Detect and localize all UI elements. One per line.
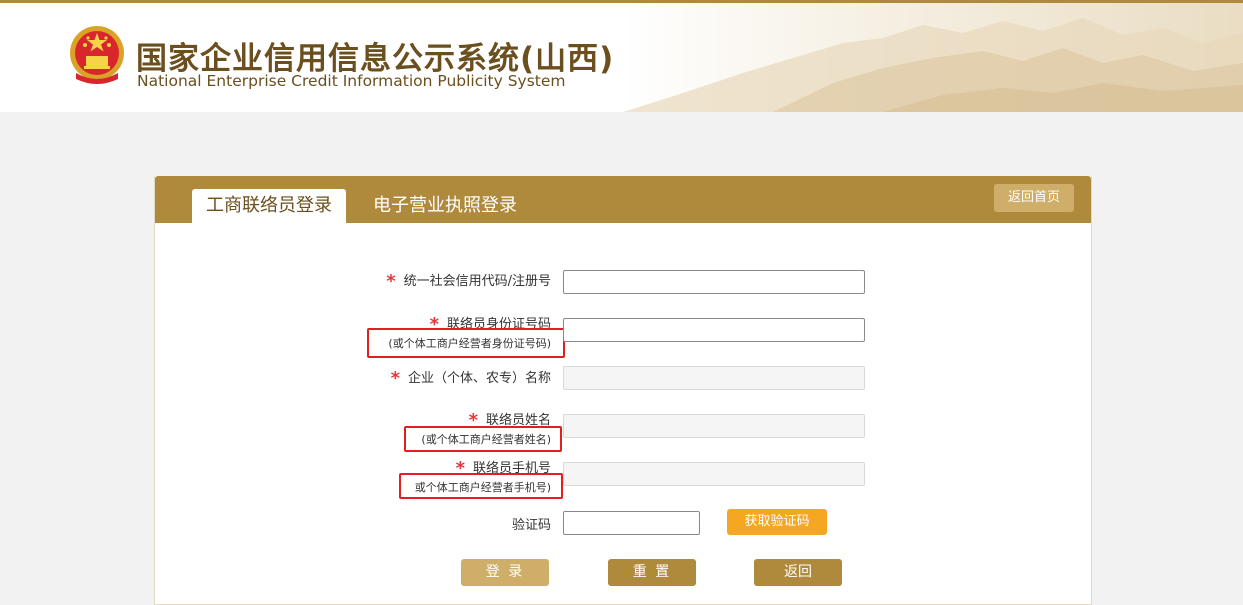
tab-bar: 工商联络员登录 电子营业执照登录 返回首页 [155, 176, 1091, 223]
back-to-home-button[interactable]: 返回首页 [994, 184, 1074, 212]
credit-code-input[interactable] [563, 270, 865, 294]
highlight-box [399, 473, 563, 499]
company-name-label-text: 企业（个体、农专）名称 [407, 371, 551, 386]
login-button[interactable]: 登 录 [461, 559, 549, 586]
site-title-english: National Enterprise Credit Information P… [137, 72, 566, 90]
id-number-input[interactable] [563, 318, 865, 342]
highlight-box [404, 426, 562, 452]
mountain-illustration [623, 18, 1243, 112]
reset-button[interactable]: 重 置 [608, 559, 696, 586]
highlight-box [367, 328, 565, 358]
site-header: 国家企业信用信息公示系统(山西) National Enterprise Cre… [0, 3, 1243, 112]
credit-code-label-text: 统一社会信用代码/注册号 [403, 274, 551, 289]
national-emblem-icon [70, 26, 124, 84]
liaison-phone-input[interactable] [563, 462, 865, 486]
credit-code-label: * 统一社会信用代码/注册号 [386, 270, 551, 292]
tab-liaison-login[interactable]: 工商联络员登录 [192, 189, 346, 223]
company-name-label: * 企业（个体、农专）名称 [391, 367, 551, 389]
get-verification-code-button[interactable]: 获取验证码 [727, 509, 827, 535]
captcha-input[interactable] [563, 511, 700, 535]
liaison-name-input[interactable] [563, 414, 865, 438]
required-mark: * [386, 271, 396, 292]
back-button[interactable]: 返回 [754, 559, 842, 586]
login-panel: 工商联络员登录 电子营业执照登录 返回首页 * 统一社会信用代码/注册号 * 联络员… [154, 176, 1092, 605]
captcha-label: 验证码 [511, 518, 551, 533]
required-mark: * [390, 368, 400, 389]
tab-e-license-login[interactable]: 电子营业执照登录 [360, 189, 530, 223]
header-scenery [623, 3, 1243, 112]
company-name-input[interactable] [563, 366, 865, 390]
